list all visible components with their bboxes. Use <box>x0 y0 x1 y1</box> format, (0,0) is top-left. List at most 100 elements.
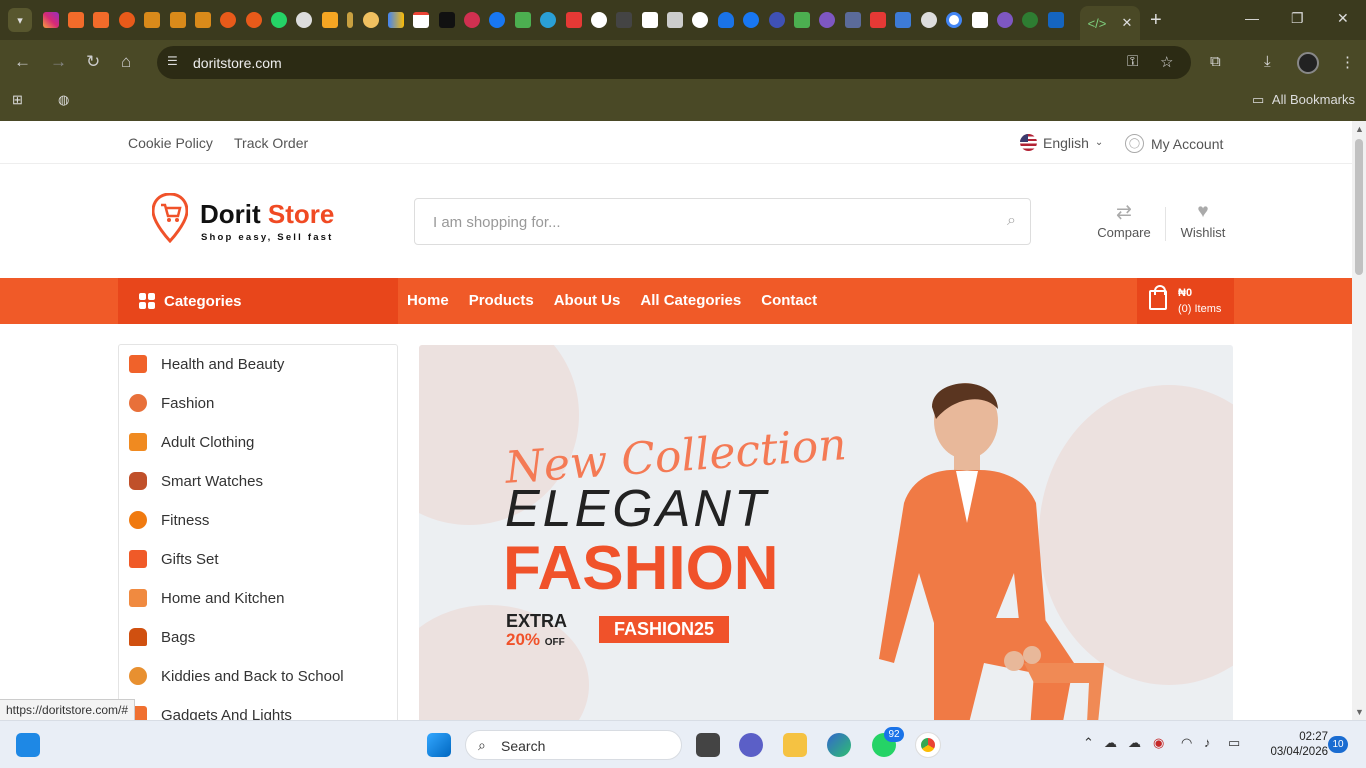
tab-close-icon[interactable]: ✕ <box>1122 15 1133 31</box>
category-item[interactable]: Gifts Set <box>129 544 219 574</box>
gmail-tab-icon[interactable] <box>413 12 430 28</box>
tab-icon[interactable] <box>245 12 262 28</box>
address-bar[interactable]: ☰ doritstore.com ⚿ ☆ <box>157 46 1191 79</box>
category-item[interactable]: Gadgets And Lights <box>129 700 292 720</box>
cart-button[interactable]: ₦0 (0) Items <box>1137 278 1234 324</box>
google-tab-icon[interactable] <box>946 12 963 28</box>
profile-avatar[interactable] <box>1297 52 1319 74</box>
tray-chevron-icon[interactable]: ⌃ <box>1083 735 1094 751</box>
nav-about-us[interactable]: About Us <box>554 292 621 309</box>
security-icon[interactable]: ◉ <box>1153 735 1164 751</box>
tab-icon[interactable] <box>895 12 912 28</box>
tab-icon[interactable] <box>565 12 582 28</box>
language-selector[interactable]: English ⌄ <box>1020 134 1103 151</box>
tab-icon[interactable] <box>1022 12 1039 28</box>
category-item[interactable]: Bags <box>129 622 195 652</box>
hero-banner[interactable]: New Collection ELEGANT FASHION EXTRA 20%… <box>419 345 1233 720</box>
category-item[interactable]: Kiddies and Back to School <box>129 661 344 691</box>
store-logo[interactable]: Dorit Store Shop easy, Sell fast <box>152 193 357 247</box>
tab-icon[interactable] <box>717 12 734 28</box>
battery-icon[interactable]: ▭ <box>1228 735 1240 751</box>
password-key-icon[interactable]: ⚿ <box>1127 53 1138 70</box>
tab-icon[interactable] <box>514 12 531 28</box>
chatgpt-tab-icon[interactable] <box>692 12 709 28</box>
wifi-icon[interactable]: ◠ <box>1181 735 1192 751</box>
close-window-button[interactable]: ✕ <box>1337 10 1349 27</box>
download-icon[interactable]: ⤓ <box>1264 53 1271 70</box>
scroll-up-arrow-icon[interactable]: ▲ <box>1355 124 1364 134</box>
page-scrollbar[interactable]: ▲ ▼ <box>1352 121 1366 720</box>
facebook-tab-icon[interactable] <box>743 12 760 28</box>
volume-icon[interactable]: ♪ <box>1204 735 1211 750</box>
start-windows-icon[interactable] <box>427 733 451 757</box>
active-tab[interactable]: </> ✕ <box>1080 6 1140 40</box>
tab-icon[interactable] <box>616 12 633 28</box>
site-info-icon[interactable]: ☰ <box>167 54 183 70</box>
taskbar-search[interactable]: ⌕ Search <box>465 730 682 760</box>
tab-icon[interactable] <box>819 12 836 28</box>
tab-icon[interactable] <box>1047 12 1064 28</box>
instagram-tab-icon[interactable] <box>42 12 59 28</box>
nav-home[interactable]: Home <box>407 292 449 309</box>
category-item[interactable]: Adult Clothing <box>129 427 254 457</box>
tab-icon[interactable] <box>220 12 237 28</box>
wishlist-button[interactable]: ♥ Wishlist <box>1168 201 1238 240</box>
reload-icon[interactable]: ↻ <box>86 52 100 72</box>
tab-icon[interactable] <box>641 12 658 28</box>
category-item[interactable]: Fashion <box>129 388 214 418</box>
tab-icon[interactable] <box>362 12 379 28</box>
tab-icon[interactable] <box>540 12 557 28</box>
globe-icon[interactable]: ◍ <box>58 92 69 108</box>
system-clock[interactable]: 02:27 03/04/2026 <box>1258 730 1328 760</box>
category-item[interactable]: Home and Kitchen <box>129 583 284 613</box>
minimize-button[interactable]: — <box>1245 10 1259 26</box>
category-item[interactable]: Health and Beauty <box>129 349 284 379</box>
tab-icon[interactable] <box>844 12 861 28</box>
all-bookmarks-button[interactable]: ▭ All Bookmarks <box>1252 92 1355 108</box>
tab-icon[interactable] <box>194 12 211 28</box>
new-tab-button[interactable]: + <box>1150 9 1162 32</box>
bookmark-star-icon[interactable]: ☆ <box>1160 53 1173 71</box>
tab-icon[interactable] <box>144 12 161 28</box>
category-item[interactable]: Fitness <box>129 505 209 535</box>
tab-search-button[interactable]: ▾ <box>8 8 32 32</box>
tab-icon[interactable] <box>387 12 404 28</box>
tab-icon[interactable] <box>296 12 313 28</box>
tab-icon[interactable] <box>793 12 810 28</box>
scrollbar-thumb[interactable] <box>1355 139 1363 275</box>
tab-icon[interactable] <box>996 12 1013 28</box>
nav-products[interactable]: Products <box>469 292 534 309</box>
tab-icon[interactable] <box>118 12 135 28</box>
chatgpt-tab-icon[interactable] <box>590 12 607 28</box>
tab-icon[interactable] <box>169 12 186 28</box>
forward-icon[interactable]: → <box>50 52 67 72</box>
nav-contact[interactable]: Contact <box>761 292 817 309</box>
tab-icon[interactable] <box>667 12 684 28</box>
categories-button[interactable]: Categories <box>118 278 398 324</box>
tab-icon[interactable] <box>68 12 85 28</box>
tab-icon[interactable] <box>870 12 887 28</box>
tab-icon[interactable] <box>768 12 785 28</box>
onedrive-icon[interactable]: ☁ <box>1104 735 1117 751</box>
search-input[interactable] <box>433 211 993 233</box>
tab-icon[interactable] <box>920 12 937 28</box>
search-icon[interactable]: ⌕ <box>1007 212 1016 230</box>
track-order-link[interactable]: Track Order <box>234 135 308 151</box>
browser-menu-icon[interactable]: ⋮ <box>1340 53 1355 71</box>
apps-grid-icon[interactable]: ⊞ <box>12 92 23 108</box>
extensions-icon[interactable]: ⧉ <box>1210 53 1221 70</box>
scroll-down-arrow-icon[interactable]: ▼ <box>1355 707 1364 717</box>
category-item[interactable]: Smart Watches <box>129 466 263 496</box>
address-url[interactable]: doritstore.com <box>193 55 282 71</box>
home-icon[interactable]: ⌂ <box>121 52 131 72</box>
compare-button[interactable]: ⇄ Compare <box>1089 201 1159 240</box>
widgets-icon[interactable] <box>16 733 40 757</box>
tiktok-tab-icon[interactable] <box>438 12 455 28</box>
tab-icon[interactable] <box>321 12 338 28</box>
whatsapp-tab-icon[interactable] <box>271 12 288 28</box>
onedrive-icon[interactable]: ☁ <box>1128 735 1141 751</box>
edge-icon[interactable] <box>827 733 851 757</box>
maximize-button[interactable]: ❐ <box>1291 10 1304 27</box>
tab-icon[interactable] <box>347 12 354 28</box>
chat-icon[interactable] <box>739 733 763 757</box>
